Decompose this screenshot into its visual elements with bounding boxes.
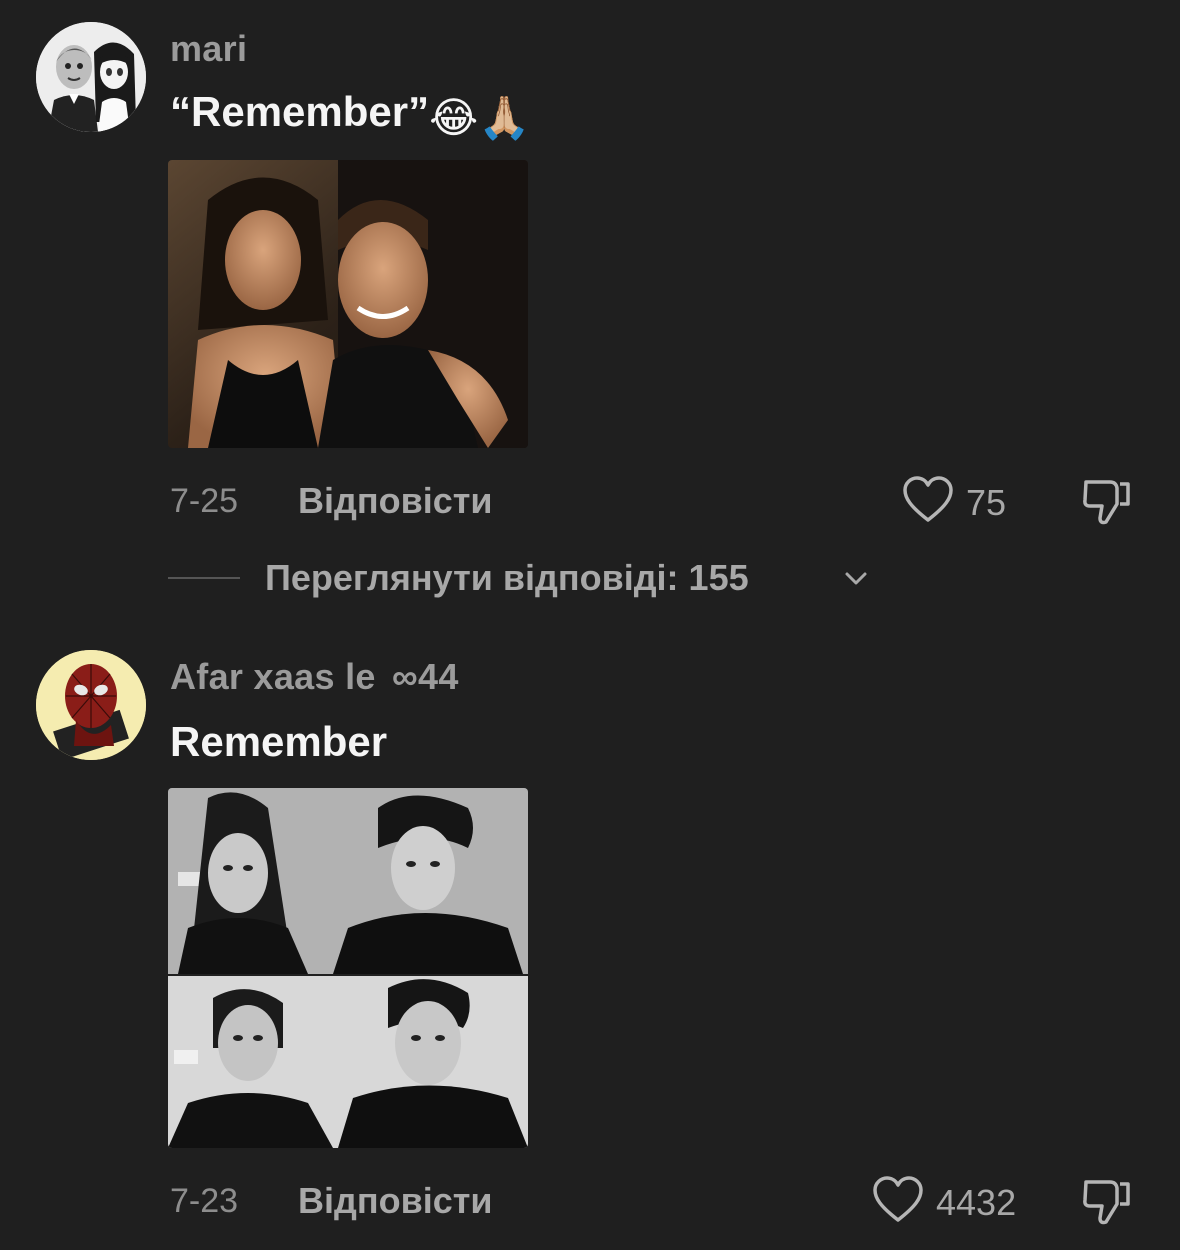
like-count: 4432 bbox=[936, 1182, 1017, 1223]
view-replies-button[interactable]: Переглянути відповіді: 155 bbox=[168, 555, 888, 599]
reply-button[interactable]: Відповісти bbox=[298, 1180, 493, 1222]
view-replies-label: Переглянути відповіді: 155 bbox=[265, 557, 749, 598]
photo-couple-grayscale-icon bbox=[168, 788, 528, 1148]
tears-of-joy-emoji-icon: 😂 bbox=[429, 94, 479, 141]
avatar[interactable] bbox=[36, 650, 146, 760]
reply-button[interactable]: Відповісти bbox=[298, 480, 493, 522]
comments-page: mari “Remember”😂🙏🏼 7-25 Відповісти 75 Пе… bbox=[0, 0, 1180, 1250]
comment-text: Remember bbox=[170, 718, 388, 765]
comment-meta: 7-23 Відповісти 4432 bbox=[0, 1176, 1180, 1226]
heart-icon[interactable] bbox=[872, 1176, 924, 1224]
comment-text: “Remember”😂🙏🏼 bbox=[170, 88, 530, 143]
photo-couple-icon bbox=[168, 160, 528, 448]
thumbs-down-icon[interactable] bbox=[1080, 476, 1134, 526]
username[interactable]: mari bbox=[170, 28, 247, 70]
like-count: 75 bbox=[966, 482, 1007, 523]
thumbs-down-icon[interactable] bbox=[1080, 1176, 1134, 1226]
divider-line bbox=[168, 577, 240, 579]
chevron-down-icon bbox=[845, 572, 867, 585]
avatar[interactable] bbox=[36, 22, 146, 132]
comment-meta: 7-25 Відповісти 75 bbox=[0, 476, 1180, 526]
comment-date: 7-25 bbox=[170, 482, 239, 520]
username[interactable]: Afar xaas le ∞44 bbox=[170, 656, 459, 698]
username-suffix: ∞44 bbox=[392, 656, 459, 697]
username-text: Afar xaas le bbox=[170, 656, 376, 697]
comment-image[interactable] bbox=[168, 160, 528, 448]
comment-image[interactable] bbox=[168, 788, 528, 1148]
folded-hands-emoji-icon: 🙏🏼 bbox=[478, 94, 531, 141]
heart-icon[interactable] bbox=[902, 476, 954, 524]
cartoon-couple-avatar-icon bbox=[36, 22, 146, 132]
comment-text-content: “Remember” bbox=[170, 88, 430, 135]
spiderman-avatar-icon bbox=[36, 650, 146, 760]
comment-date: 7-23 bbox=[170, 1182, 239, 1220]
